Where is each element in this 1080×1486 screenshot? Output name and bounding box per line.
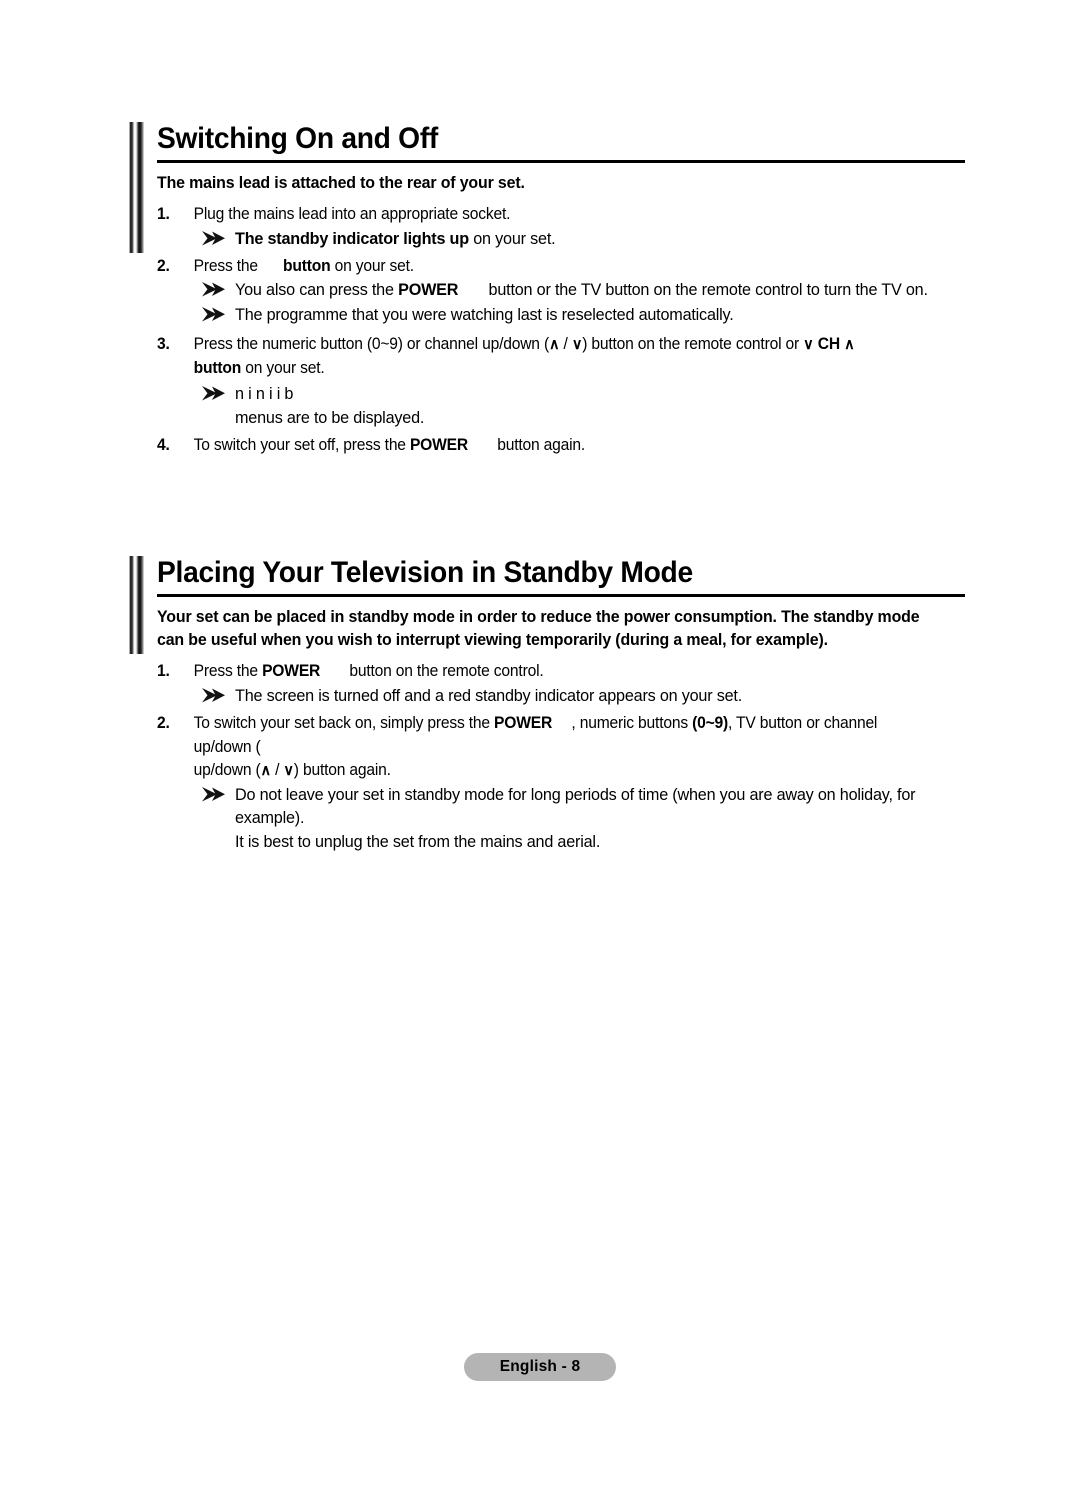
note-text: The screen is turned off and a red stand… bbox=[235, 686, 743, 705]
step-list: 1. Press the POWER button on the remote … bbox=[157, 660, 959, 854]
note-bold-text: The standby indicator lights up bbox=[235, 229, 469, 248]
step-note: The screen is turned off and a red stand… bbox=[195, 685, 959, 708]
step-separator: / bbox=[270, 761, 284, 780]
section-switching-on-and-off: Switching On and Off The mains lead is a… bbox=[129, 122, 965, 457]
page-title: Switching On and Off bbox=[157, 122, 439, 155]
section-accent-bar bbox=[129, 556, 144, 654]
step-item: 2. To switch your set back on, simply pr… bbox=[157, 712, 931, 782]
section-lede: Your set can be placed in standby mode i… bbox=[157, 607, 920, 650]
step-bold-text: POWER bbox=[494, 714, 553, 733]
chevron-up-icon: ∧ bbox=[260, 762, 272, 780]
ghost-glyph: i bbox=[248, 385, 252, 404]
section-lede: The mains lead is attached to the rear o… bbox=[157, 173, 525, 192]
step-pre-text: To switch your set off, press the bbox=[193, 435, 410, 454]
ghost-glyph: i bbox=[276, 385, 281, 404]
step-post-tail: on your set. bbox=[241, 358, 325, 377]
step-pre-text: To switch your set back on, simply press… bbox=[193, 714, 495, 733]
manual-page: Switching On and Off The mains lead is a… bbox=[0, 0, 1080, 1486]
note-text: Do not leave your set in standby mode fo… bbox=[235, 785, 916, 828]
heading-rule bbox=[157, 159, 965, 163]
step-post-text: on your set. bbox=[330, 256, 415, 275]
step-post-text: button on the remote control. bbox=[345, 662, 544, 681]
step-updown-prefix: up/down ( bbox=[193, 761, 261, 780]
chevron-down-icon: ∨ bbox=[283, 762, 294, 780]
step-item: 1. Press the POWER button on the remote … bbox=[157, 660, 931, 683]
step-note: The programme that you were watching las… bbox=[195, 304, 959, 327]
step-post-text: button again. bbox=[493, 435, 586, 454]
page-footer-badge: English - 8 bbox=[464, 1353, 616, 1381]
note-bold-text: POWER bbox=[398, 281, 459, 300]
step-item: 4. To switch your set off, press the POW… bbox=[157, 434, 931, 457]
step-note-corrupted: n i n i i b bbox=[195, 383, 959, 407]
arrow-bullet-icon bbox=[202, 786, 225, 802]
step-bold-text: POWER bbox=[262, 662, 321, 681]
arrow-bullet-icon bbox=[202, 230, 225, 245]
heading-rule bbox=[157, 593, 965, 597]
chevron-up-icon: ∧ bbox=[548, 336, 560, 354]
arrow-bullet-icon bbox=[202, 282, 225, 297]
step-pre-text: Press the bbox=[193, 256, 258, 275]
arrow-bullet-icon bbox=[202, 386, 225, 401]
note-pre-text: You also can press the bbox=[235, 281, 399, 300]
chevron-up-icon: ∧ bbox=[844, 336, 855, 354]
step-number: 3. bbox=[157, 335, 170, 354]
step-item: 2. Press the button on your set. bbox=[157, 255, 931, 278]
step-mid-text: ) button on the remote control or bbox=[582, 335, 800, 354]
step-bold-text: POWER bbox=[409, 435, 469, 454]
step-note: Do not leave your set in standby mode fo… bbox=[195, 784, 959, 831]
step-item: 3. Press the numeric button (0~9) or cha… bbox=[157, 333, 931, 380]
chevron-down-icon: ∨ bbox=[803, 336, 814, 354]
step-note: You also can press the POWER button or t… bbox=[195, 279, 959, 302]
note-text: It is best to unplug the set from the ma… bbox=[235, 832, 601, 851]
step-note-followup: It is best to unplug the set from the ma… bbox=[195, 831, 959, 854]
step-list: 1. Plug the mains lead into an appropria… bbox=[157, 203, 959, 457]
step-trailing-text: menus are to be displayed. bbox=[235, 409, 425, 428]
step-number: 2. bbox=[157, 256, 170, 275]
ghost-glyph: n bbox=[235, 385, 244, 404]
note-post-text: button or the TV button on the remote co… bbox=[484, 281, 928, 300]
step-pre-text: Press the bbox=[193, 662, 263, 681]
page-footer-label: English - 8 bbox=[499, 1358, 581, 1375]
step-bold-tail: button bbox=[193, 358, 242, 377]
step-number: 1. bbox=[157, 662, 170, 681]
step-number: 4. bbox=[157, 435, 170, 454]
ghost-glyph: b bbox=[284, 385, 294, 404]
step-number: 2. bbox=[157, 714, 170, 733]
step-text: Plug the mains lead into an appropriate … bbox=[193, 205, 511, 224]
arrow-bullet-icon bbox=[202, 687, 225, 703]
page-subtitle: Placing Your Television in Standby Mode bbox=[157, 556, 693, 589]
arrow-bullet-icon bbox=[202, 306, 225, 322]
step-bold-text: button bbox=[283, 256, 331, 275]
step-pre-text: Press the numeric button (0~9) or channe… bbox=[193, 335, 549, 354]
step-tail-text: ) button again. bbox=[293, 761, 391, 780]
note-rest-text: on your set. bbox=[468, 229, 556, 248]
ch-label: CH bbox=[817, 335, 840, 354]
step-mid-text: , numeric buttons bbox=[571, 714, 693, 733]
step-separator: / bbox=[559, 335, 572, 354]
ghost-glyph: i bbox=[268, 385, 273, 404]
section-placing-in-standby-mode: Placing Your Television in Standby Mode … bbox=[129, 556, 965, 854]
step-bold-range: (0~9) bbox=[692, 714, 729, 733]
ghost-glyph: n bbox=[255, 385, 265, 404]
step-number: 1. bbox=[157, 205, 170, 224]
section-accent-bar bbox=[129, 122, 144, 253]
chevron-down-icon: ∨ bbox=[571, 336, 583, 354]
note-text: The programme that you were watching las… bbox=[235, 305, 734, 324]
step-item: 1. Plug the mains lead into an appropria… bbox=[157, 203, 931, 226]
step-note: The standby indicator lights up on your … bbox=[195, 228, 959, 251]
